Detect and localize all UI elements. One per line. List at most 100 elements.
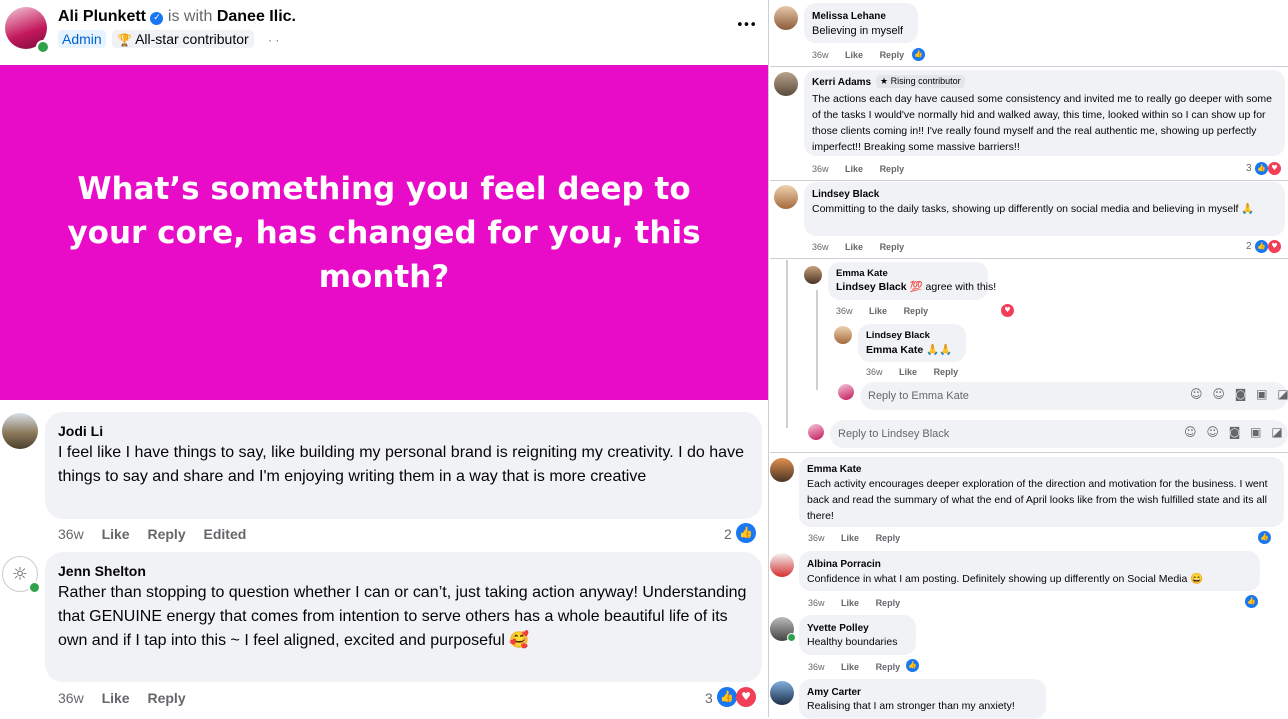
admin-badge[interactable]: Admin bbox=[58, 30, 106, 48]
comment-text: Each activity encourages deeper explorat… bbox=[807, 478, 1268, 522]
comment-time[interactable]: 36w bbox=[812, 50, 829, 60]
gif-icon[interactable]: ▣ bbox=[1256, 387, 1267, 401]
like-button[interactable]: Like bbox=[841, 662, 859, 672]
avatar-sticker-icon[interactable]: ☺ bbox=[1184, 425, 1197, 439]
commenter-avatar[interactable] bbox=[834, 326, 852, 344]
comment-actions: 36w Like Reply bbox=[808, 598, 914, 608]
header-dots: · · bbox=[268, 33, 280, 47]
commenter-avatar[interactable] bbox=[2, 413, 38, 449]
like-button[interactable]: Like bbox=[845, 164, 863, 174]
like-button[interactable]: Like bbox=[845, 50, 863, 60]
commenter-name[interactable]: Jodi Li bbox=[58, 423, 103, 439]
comment-text: Rather than stopping to question whether… bbox=[58, 584, 747, 649]
reply-input-emma[interactable]: Reply to Emma Kate ☺ ☺ ◙ ▣ ◪ bbox=[860, 382, 1288, 410]
comment-time[interactable]: 36w bbox=[866, 367, 883, 377]
commenter-avatar[interactable] bbox=[774, 6, 798, 30]
like-button[interactable]: Like bbox=[899, 367, 917, 377]
commenter-name[interactable]: Albina Porracin bbox=[807, 559, 881, 570]
comment-time[interactable]: 36w bbox=[808, 662, 825, 672]
logo-icon: ☼ bbox=[11, 563, 29, 585]
like-reaction-icon: 👍 bbox=[906, 659, 919, 672]
commenter-name[interactable]: Amy Carter bbox=[807, 687, 861, 698]
reply-button[interactable]: Reply bbox=[880, 50, 905, 60]
mention-link[interactable]: Emma Kate bbox=[866, 344, 923, 356]
comment-time[interactable]: 36w bbox=[808, 533, 825, 543]
section-divider bbox=[770, 452, 1288, 453]
reply-button[interactable]: Reply bbox=[876, 598, 901, 608]
author-name[interactable]: Ali Plunkett bbox=[58, 8, 146, 25]
star-icon: ★ bbox=[880, 77, 889, 87]
input-toolbar: ☺ ☺ ◙ ▣ ◪ bbox=[1184, 425, 1283, 439]
commenter-name[interactable]: Emma Kate bbox=[836, 268, 888, 279]
comment-actions: 36w Like Reply bbox=[812, 164, 918, 174]
commenter-name[interactable]: Emma Kate bbox=[807, 464, 861, 475]
comment-actions: 36w Like Reply bbox=[808, 533, 914, 543]
sticker-icon[interactable]: ◪ bbox=[1271, 425, 1282, 439]
comment-time[interactable]: 36w bbox=[836, 306, 853, 316]
commenter-avatar[interactable] bbox=[770, 553, 794, 577]
contributor-badge[interactable]: 🏆 All-star contributor bbox=[112, 30, 254, 48]
reply-button[interactable]: Reply bbox=[904, 306, 929, 316]
comment-bubble: Kerri Adams ★ Rising contributor The act… bbox=[804, 70, 1285, 156]
comment-text: Healthy boundaries bbox=[807, 636, 898, 648]
comment-bubble: Emma Kate Lindsey Black 💯 agree with thi… bbox=[828, 262, 996, 300]
sticker-icon[interactable]: ◪ bbox=[1277, 387, 1288, 401]
commenter-avatar[interactable] bbox=[770, 681, 794, 705]
gif-icon[interactable]: ▣ bbox=[1250, 425, 1261, 439]
love-reaction-icon: ♥ bbox=[1001, 304, 1014, 317]
like-reaction-icon: 👍 bbox=[912, 48, 925, 61]
like-button[interactable]: Like bbox=[845, 242, 863, 252]
comment-time[interactable]: 36w bbox=[808, 598, 825, 608]
reply-text: 💯 agree with this! bbox=[909, 281, 997, 293]
reply-button[interactable]: Reply bbox=[147, 690, 185, 706]
reply-button[interactable]: Reply bbox=[880, 242, 905, 252]
reply-text: 🙏🙏 bbox=[926, 344, 953, 356]
tagged-name[interactable]: Danee Ilic. bbox=[217, 8, 296, 25]
user-avatar bbox=[838, 384, 854, 400]
commenter-name[interactable]: Yvette Polley bbox=[807, 623, 869, 634]
commenter-avatar[interactable] bbox=[804, 266, 822, 284]
reply-input-lindsey[interactable]: Reply to Lindsey Black ☺ ☺ ◙ ▣ ◪ bbox=[830, 420, 1288, 448]
avatar-sticker-icon[interactable]: ☺ bbox=[1190, 387, 1203, 401]
like-button[interactable]: Like bbox=[841, 533, 859, 543]
comment-time[interactable]: 36w bbox=[812, 242, 829, 252]
reply-button[interactable]: Reply bbox=[876, 662, 901, 672]
reaction-count[interactable]: 3 bbox=[1246, 163, 1252, 174]
commenter-name[interactable]: Melissa Lehane bbox=[812, 11, 886, 22]
commenter-avatar[interactable] bbox=[770, 458, 794, 482]
post-banner: What’s something you feel deep to your c… bbox=[0, 65, 768, 400]
commenter-avatar[interactable] bbox=[774, 72, 798, 96]
reaction-count[interactable]: 2 bbox=[724, 526, 732, 542]
commenter-name[interactable]: Kerri Adams bbox=[812, 77, 871, 88]
reply-button[interactable]: Reply bbox=[880, 164, 905, 174]
comment-time[interactable]: 36w bbox=[812, 164, 829, 174]
online-dot bbox=[36, 40, 50, 54]
mention-link[interactable]: Lindsey Black bbox=[836, 281, 907, 293]
comment-time[interactable]: 36w bbox=[58, 526, 84, 542]
reply-button[interactable]: Reply bbox=[876, 533, 901, 543]
comment-time[interactable]: 36w bbox=[58, 690, 84, 706]
verified-icon: ✓ bbox=[150, 12, 164, 25]
emoji-icon[interactable]: ☺ bbox=[1212, 387, 1225, 401]
reaction-count[interactable]: 3 bbox=[705, 690, 713, 706]
commenter-name[interactable]: Lindsey Black bbox=[812, 189, 879, 200]
reply-button[interactable]: Reply bbox=[147, 526, 185, 542]
like-button[interactable]: Like bbox=[869, 306, 887, 316]
like-button[interactable]: Like bbox=[841, 598, 859, 608]
commenter-name[interactable]: Jenn Shelton bbox=[58, 563, 146, 579]
like-button[interactable]: Like bbox=[102, 526, 130, 542]
like-button[interactable]: Like bbox=[102, 690, 130, 706]
more-options-icon[interactable]: ••• bbox=[736, 18, 757, 33]
reply-button[interactable]: Reply bbox=[934, 367, 959, 377]
section-divider bbox=[770, 66, 1288, 67]
section-divider bbox=[770, 258, 1288, 259]
camera-icon[interactable]: ◙ bbox=[1229, 425, 1241, 439]
emoji-icon[interactable]: ☺ bbox=[1206, 425, 1219, 439]
comment-actions: 36w Like Reply bbox=[808, 662, 914, 672]
reaction-count[interactable]: 2 bbox=[1246, 241, 1252, 252]
commenter-avatar[interactable] bbox=[774, 185, 798, 209]
comment-actions: 36w Like Reply bbox=[866, 367, 972, 377]
commenter-name[interactable]: Lindsey Black bbox=[866, 330, 930, 341]
camera-icon[interactable]: ◙ bbox=[1235, 387, 1247, 401]
comment-bubble: Lindsey Black Committing to the daily ta… bbox=[804, 182, 1285, 236]
